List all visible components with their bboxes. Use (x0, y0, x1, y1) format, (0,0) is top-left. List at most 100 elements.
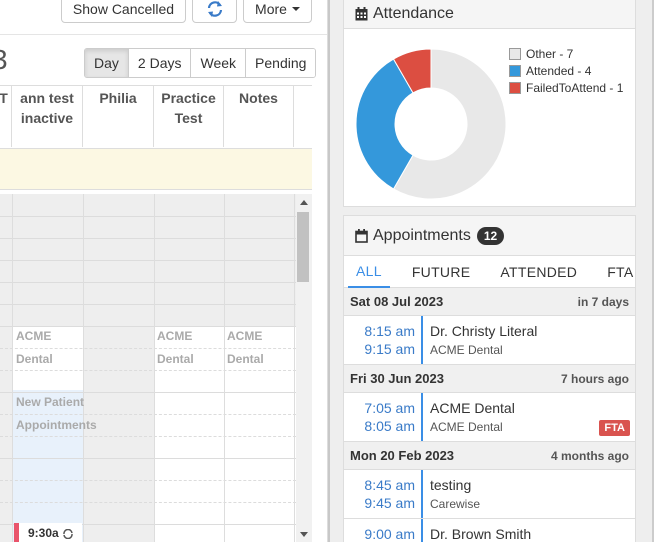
start-time: 8:15 am (364, 323, 415, 339)
legend-label: Attended - 4 (526, 63, 592, 78)
calendar-outline-icon (355, 228, 368, 243)
tab-future[interactable]: FUTURE (404, 256, 479, 287)
show-cancelled-label: Show Cancelled (72, 0, 175, 17)
legend-swatch (509, 47, 521, 60)
appointment-item[interactable]: 9:00 am Dr. Brown Smith (344, 519, 635, 542)
day-group-header: Mon 20 Feb 2023 4 months ago (344, 442, 635, 470)
legend-item-other[interactable]: Other - 7 (509, 45, 623, 62)
slot-line (0, 348, 296, 349)
calendar-title-fragment: 3 (0, 44, 8, 76)
appointments-count-badge: 12 (476, 226, 505, 245)
scroll-up-icon[interactable] (300, 200, 308, 205)
slot-line (0, 436, 296, 437)
more-dropdown-button[interactable]: More (243, 0, 312, 23)
appointment-title: Dr. Brown Smith (430, 526, 532, 542)
cell-label: Dental (227, 352, 264, 366)
cell-label: Appointments (16, 418, 97, 432)
appointment-title: ACME Dental (430, 400, 515, 416)
show-cancelled-button[interactable]: Show Cancelled (61, 0, 186, 23)
scroll-down-icon[interactable] (300, 532, 308, 537)
day-relative: 4 months ago (550, 448, 629, 463)
column-header-practice-test[interactable]: Practice Test (154, 86, 224, 147)
slot-line (0, 458, 296, 459)
calendar-icon (355, 6, 368, 20)
scroll-thumb[interactable] (297, 212, 309, 282)
column-header[interactable]: T (0, 86, 12, 147)
calendar-grid: T ann test inactive Philia Practice Test… (0, 85, 312, 542)
fta-badge: FTA (599, 420, 630, 436)
unavailable-block (83, 326, 154, 542)
column-header-notes[interactable]: Notes (224, 86, 294, 147)
appointment-item[interactable]: 8:45 am 9:45 am testing Carewise (344, 470, 635, 519)
cell-label: Dental (16, 352, 53, 366)
view-week-button[interactable]: Week (191, 49, 247, 77)
appointments-title: Appointments (373, 226, 471, 244)
all-day-row[interactable] (0, 148, 312, 190)
attendance-legend: Other - 7 Attended - 4 FailedToAttend - … (509, 45, 623, 96)
column-header-line: Test (174, 110, 203, 126)
legend-swatch (509, 81, 521, 94)
calendar-scrollbar[interactable] (296, 194, 312, 542)
appointment-times: 9:00 am (344, 519, 423, 542)
column-divider (294, 194, 295, 542)
day-date: Fri 30 Jun 2023 (350, 371, 444, 386)
tab-attended[interactable]: ATTENDED (492, 256, 585, 287)
divider (0, 34, 327, 35)
slot-line (0, 216, 296, 217)
repeat-icon (63, 528, 73, 540)
slot-line (0, 370, 296, 371)
appointment-title: Dr. Christy Literal (430, 323, 538, 339)
day-date: Mon 20 Feb 2023 (350, 448, 455, 463)
slot-line (0, 304, 296, 305)
cell-label: ACME (157, 329, 193, 343)
appointment-tabs: ALL FUTURE ATTENDED FTA (344, 256, 635, 288)
day-group-header: Sat 08 Jul 2023 in 7 days (344, 288, 635, 316)
legend-item-failed-to-attend[interactable]: FailedToAttend - 1 (509, 79, 623, 96)
legend-label: FailedToAttend - 1 (526, 80, 624, 95)
legend-label: Other - 7 (526, 46, 574, 61)
view-pending-button[interactable]: Pending (246, 49, 316, 77)
calendar-appointment[interactable]: 9:30a (14, 523, 82, 542)
unavailable-block (0, 326, 12, 542)
cell-label: ACME (16, 329, 52, 343)
appointment-item[interactable]: 8:15 am 9:15 am Dr. Christy Literal ACME… (344, 316, 635, 365)
column-header-line: Notes (239, 90, 278, 106)
panel-separator (328, 0, 330, 542)
appointment-title: testing (430, 477, 472, 493)
appointment-location: ACME Dental (430, 343, 503, 357)
slot-line (0, 480, 296, 481)
cell-label: ACME (227, 329, 263, 343)
refresh-icon (207, 0, 222, 17)
slot-line (0, 502, 296, 503)
end-time: 8:05 am (364, 418, 415, 434)
attendance-title: Attendance (373, 4, 454, 22)
start-time: 8:45 am (364, 477, 415, 493)
column-divider (83, 194, 84, 542)
attendance-widget: Attendance Other - 7 Attended - 4 Failed… (343, 0, 636, 207)
appointment-times: 8:15 am 9:15 am (344, 316, 423, 364)
appointment-item[interactable]: 7:05 am 8:05 am ACME Dental ACME Dental … (344, 393, 635, 442)
attendance-donut-chart[interactable] (349, 33, 509, 203)
column-header-ann-test[interactable]: ann test inactive (12, 86, 83, 147)
appointment-location: Carewise (430, 497, 481, 511)
legend-item-attended[interactable]: Attended - 4 (509, 62, 623, 79)
tab-all[interactable]: ALL (348, 256, 390, 288)
column-header-philia[interactable]: Philia (83, 86, 154, 147)
column-divider (154, 194, 155, 542)
tab-fta[interactable]: FTA (599, 256, 641, 287)
appointment-block[interactable] (12, 390, 83, 542)
more-label: More (255, 0, 287, 17)
slot-line (0, 392, 296, 393)
start-time: 7:05 am (364, 400, 415, 416)
view-2days-button[interactable]: 2 Days (128, 49, 192, 77)
refresh-button[interactable] (192, 0, 237, 23)
view-day-button[interactable]: Day (85, 49, 129, 77)
time-slots-area[interactable]: ACME Dental ACME Dental ACME Dental New … (0, 194, 296, 542)
day-date: Sat 08 Jul 2023 (350, 294, 444, 309)
day-group-header: Fri 30 Jun 2023 7 hours ago (344, 365, 635, 393)
day-relative: in 7 days (577, 294, 629, 309)
slot-line (0, 260, 296, 261)
appointments-widget: Appointments 12 ALL FUTURE ATTENDED FTA … (343, 215, 636, 542)
day-relative: 7 hours ago (560, 371, 629, 386)
end-time: 9:45 am (364, 495, 415, 511)
